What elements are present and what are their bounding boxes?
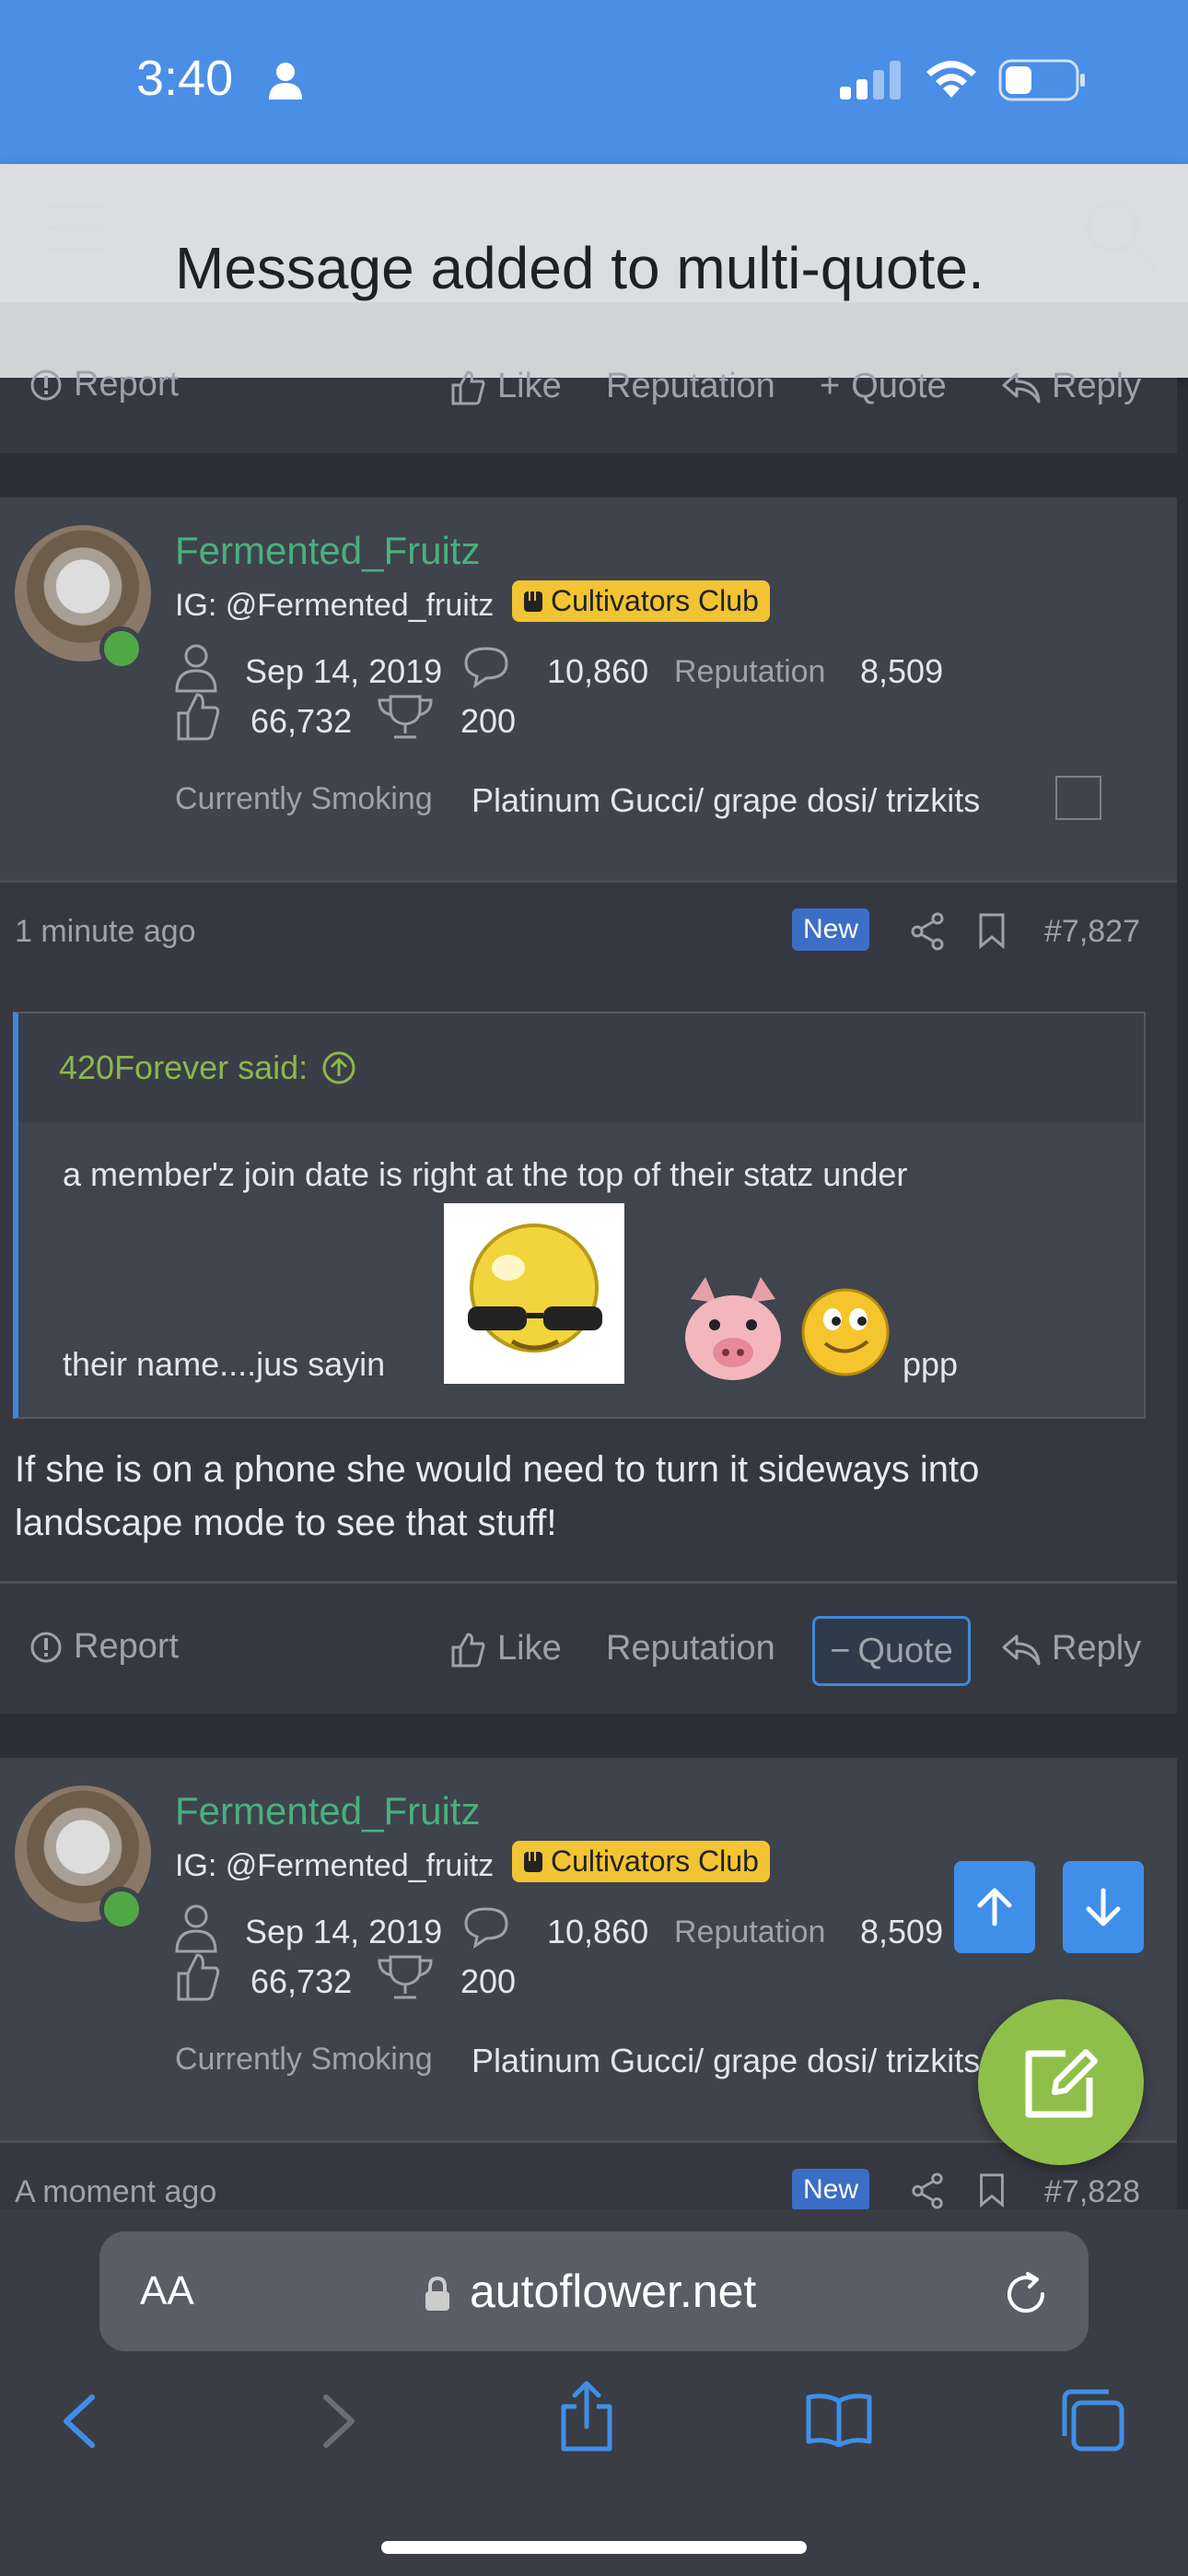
likes-count: 66,732 (250, 702, 353, 740)
currently-smoking-value: Platinum Gucci/ grape dosi/ trizkits (472, 2042, 981, 2079)
prev-like-link[interactable]: Like (449, 367, 562, 406)
author-username[interactable]: Fermented_Fruitz (175, 529, 480, 573)
report-icon (30, 1632, 62, 1662)
report-icon (30, 369, 62, 400)
report-link[interactable]: Report (29, 1627, 179, 1667)
bookmark-icon[interactable] (978, 2172, 1006, 2212)
reputation-value: 8,509 (860, 652, 944, 690)
prev-quote-link[interactable]: + Quote (820, 367, 947, 406)
tabs-icon[interactable] (1059, 2388, 1125, 2457)
toast-message: Message added to multi-quote. (175, 235, 984, 301)
like-icon (451, 369, 485, 404)
bookmarks-icon[interactable] (805, 2392, 873, 2452)
like-icon (175, 1951, 221, 2008)
quote-tail: ppp (903, 1345, 959, 1383)
share-icon[interactable] (910, 912, 945, 955)
cultivators-club-badge: Cultivators Club (512, 1841, 770, 1882)
author-ig: IG: @Fermented_fruitz (175, 1848, 495, 1883)
reputation-label: Reputation (674, 1914, 826, 1950)
trophy-icon (376, 693, 435, 745)
reload-icon[interactable] (1002, 2270, 1050, 2323)
reply-link[interactable]: Reply (1002, 1629, 1141, 1669)
fist-icon (524, 591, 542, 612)
reputation-label: Reputation (674, 654, 826, 689)
reply-icon (1002, 372, 1041, 403)
quote-line-2: their name....jus sayin (63, 1345, 386, 1383)
reader-aa-button[interactable]: AA (140, 2268, 194, 2314)
messages-icon (462, 1905, 519, 1956)
cultivators-club-badge: Cultivators Club (512, 580, 770, 622)
sunglasses-smiley-image (444, 1203, 624, 1384)
join-date: Sep 14, 2019 (245, 652, 443, 690)
currently-smoking-label: Currently Smoking (175, 2042, 433, 2077)
message-count: 10,860 (547, 652, 649, 690)
home-indicator[interactable] (381, 2541, 807, 2554)
battery-icon (998, 59, 1087, 106)
currently-smoking-value: Platinum Gucci/ grape dosi/ trizkits (472, 781, 981, 819)
quote-button-active[interactable]: − Quote (812, 1616, 971, 1686)
author-username[interactable]: Fermented_Fruitz (175, 1789, 480, 1833)
likes-count: 66,732 (250, 1962, 353, 2000)
bookmark-icon[interactable] (978, 912, 1006, 954)
reply-icon (1002, 1634, 1041, 1665)
wifi-icon (923, 57, 980, 104)
trophy-count: 200 (460, 1962, 517, 2000)
scroll-up-button[interactable] (954, 1861, 1035, 1953)
quote-line-1: a member'z join date is right at the top… (63, 1155, 908, 1193)
new-badge: New (792, 2169, 870, 2211)
like-icon (175, 691, 221, 747)
author-ig: IG: @Fermented_fruitz (175, 588, 495, 623)
arrow-up-circle-icon (322, 1051, 355, 1084)
post-number[interactable]: #7,827 (1044, 914, 1140, 950)
prev-reply-link[interactable]: Reply (1002, 367, 1141, 406)
like-icon (451, 1632, 485, 1667)
person-icon (267, 61, 304, 106)
signal-icon (840, 61, 904, 104)
reputation-link[interactable]: Reputation (606, 1629, 775, 1669)
prev-report-link[interactable]: Report (29, 365, 179, 404)
share-icon[interactable] (910, 2172, 945, 2214)
back-icon[interactable] (61, 2394, 98, 2453)
url-text[interactable]: autoflower.net (470, 2265, 756, 2318)
post-number[interactable]: #7,828 (1044, 2174, 1140, 2210)
trophy-count: 200 (460, 702, 517, 740)
reputation-value: 8,509 (860, 1913, 944, 1950)
arrow-up-icon (977, 1888, 1012, 1926)
post-time[interactable]: A moment ago (15, 2174, 216, 2210)
forward-icon[interactable] (320, 2394, 357, 2453)
join-date: Sep 14, 2019 (245, 1913, 443, 1950)
online-indicator (99, 626, 144, 671)
currently-smoking-label: Currently Smoking (175, 781, 433, 816)
share-sheet-icon[interactable] (558, 2381, 615, 2457)
divider (0, 1581, 1177, 1584)
quote-author-link[interactable]: 420Forever said: (59, 1048, 357, 1087)
message-count: 10,860 (547, 1913, 649, 1950)
fist-icon (524, 1851, 542, 1872)
minus-icon: − (830, 1631, 851, 1670)
status-time: 3:40 (136, 51, 234, 106)
arrow-down-icon (1086, 1888, 1121, 1926)
trophy-icon (376, 1953, 435, 2006)
winking-smiley-image (798, 1282, 893, 1383)
scroll-down-button[interactable] (1063, 1861, 1144, 1953)
messages-icon (462, 645, 519, 696)
compose-icon (1025, 2049, 1098, 2118)
post-body: If she is on a phone she would need to t… (15, 1449, 980, 1543)
pig-emoji-image (669, 1271, 798, 1396)
plus-icon: + (820, 367, 841, 405)
post-time[interactable]: 1 minute ago (15, 914, 196, 950)
online-indicator (99, 1887, 144, 1931)
lock-icon (424, 2276, 451, 2317)
compose-button[interactable] (978, 1999, 1144, 2165)
select-checkbox[interactable] (1055, 776, 1101, 820)
prev-reputation-link[interactable]: Reputation (606, 367, 775, 406)
like-link[interactable]: Like (449, 1629, 562, 1669)
new-badge: New (792, 908, 870, 951)
